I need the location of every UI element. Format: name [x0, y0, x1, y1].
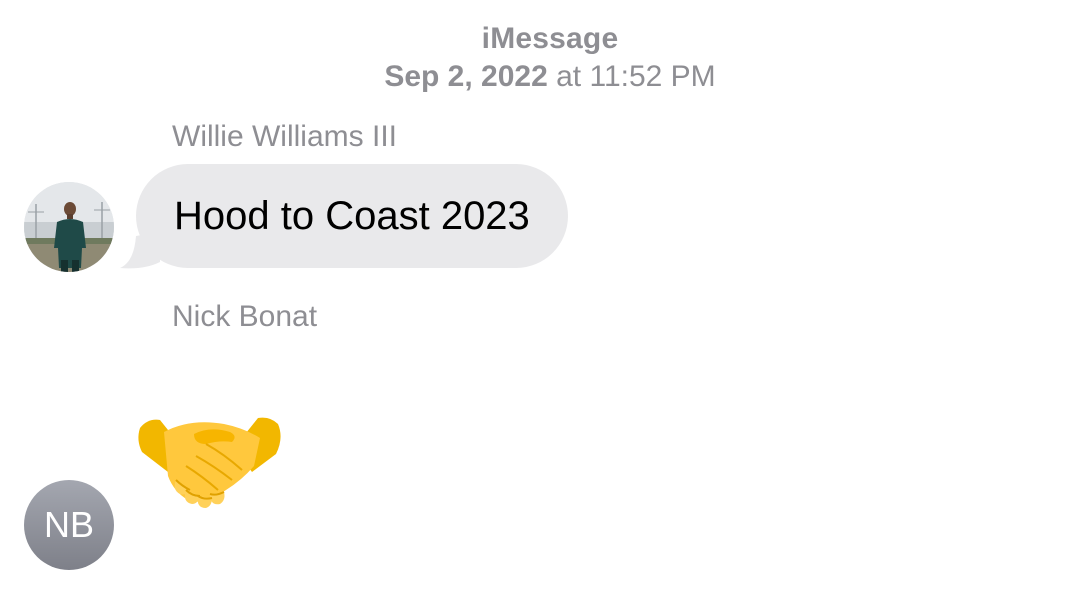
conversation-header: iMessage Sep 2, 2022 at 11:52 PM [0, 20, 1089, 96]
avatar-initials: NB [43, 504, 94, 545]
sender-initials-avatar[interactable]: NB [24, 480, 114, 570]
message-text: Hood to Coast 2023 [174, 193, 530, 238]
timestamp-at: at [556, 60, 582, 93]
timestamp-time: 11:52 PM [589, 60, 716, 93]
sender-name: Nick Bonat [172, 300, 318, 333]
service-label: iMessage [481, 22, 619, 55]
timestamp-date: Sep 2, 2022 [384, 60, 548, 93]
message-bubble[interactable]: Hood to Coast 2023 [136, 164, 568, 268]
sender-name: Willie Williams III [172, 120, 397, 153]
timestamp: Sep 2, 2022 at 11:52 PM [0, 58, 1089, 96]
handshake-emoji-icon[interactable] [134, 410, 284, 520]
conversation-view: iMessage Sep 2, 2022 at 11:52 PM Willie … [0, 0, 1089, 596]
sender-avatar[interactable] [24, 182, 114, 272]
person-photo-avatar-icon [24, 182, 114, 272]
